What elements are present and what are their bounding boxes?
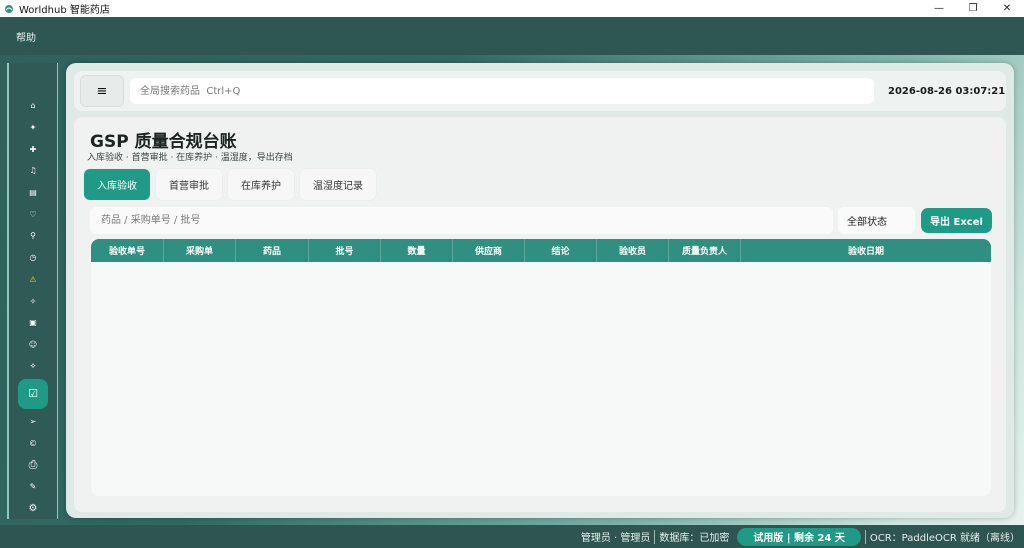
close-button[interactable]: ✕: [990, 0, 1024, 17]
printer-icon: ⎙: [28, 457, 38, 471]
warning-icon: ⚠: [29, 274, 37, 284]
sidebar-item-edit[interactable]: ✎: [18, 476, 48, 498]
top-bar: ≡ 2026-08-26 03:07:21: [74, 71, 1006, 111]
clock-icon: ◷: [29, 253, 37, 263]
column-header-supplier[interactable]: 供应商: [453, 239, 525, 262]
status-filter-select[interactable]: 全部状态: [838, 207, 915, 234]
search-icon: ⚲: [30, 231, 36, 241]
sidebar-item-documents[interactable]: ▤: [18, 182, 48, 204]
sidebar-item-send[interactable]: ➢: [18, 411, 48, 433]
bell-icon: ♫: [29, 166, 37, 176]
grid-icon: ▣: [29, 318, 37, 328]
sidebar-item-add[interactable]: ✚: [18, 138, 48, 160]
sidebar-item-medicine[interactable]: ✧: [18, 290, 48, 312]
minimize-button[interactable]: —: [922, 0, 956, 17]
sidebar-item-settings[interactable]: ⚙: [18, 497, 48, 519]
hamburger-icon: ≡: [96, 83, 108, 99]
sidebar-item-favorites[interactable]: ♡: [18, 203, 48, 225]
sidebar-item-user[interactable]: ☺: [18, 334, 48, 356]
sidebar-item-grid[interactable]: ▣: [18, 312, 48, 334]
edit-icon: ✎: [29, 481, 37, 491]
heart-icon: ♡: [29, 209, 37, 219]
compliance-check-icon: ☑: [28, 387, 38, 401]
column-header-quantity[interactable]: 数量: [381, 239, 453, 262]
column-header-quality-manager[interactable]: 质量负责人: [669, 239, 741, 262]
sidebar-item-history[interactable]: ◷: [18, 247, 48, 269]
medicine-icon: ✧: [29, 296, 37, 306]
sidebar-item-copyright[interactable]: ©: [18, 432, 48, 454]
datetime-display: 2026-08-26 03:07:21: [888, 85, 1006, 97]
tab-inbound-acceptance[interactable]: 入库验收: [84, 169, 150, 200]
window-title-bar: Worldhub 智能药店 — ❐ ✕: [0, 0, 1024, 17]
table-header: 验收单号 采购单 药品 批号 数量 供应商 结论 验收员 质量负责人 验收日期: [91, 239, 991, 262]
column-header-conclusion[interactable]: 结论: [525, 239, 597, 262]
maximize-button[interactable]: ❐: [956, 0, 990, 17]
status-ocr: OCR：PaddleOCR 就绪（离线）: [869, 533, 1020, 544]
menu-bar: 帮助: [0, 17, 1024, 55]
sidebar-item-print[interactable]: ⎙: [18, 454, 48, 476]
app-logo-icon: [3, 3, 15, 15]
sidebar-item-notifications[interactable]: ♫: [18, 160, 48, 182]
tab-stock-maintenance[interactable]: 在库养护: [228, 169, 294, 200]
sidebar-item-home[interactable]: ⌂: [18, 95, 48, 117]
location-icon: ⟡: [30, 361, 36, 371]
tab-bar: 入库验收 首营审批 在库养护 温湿度记录: [84, 169, 376, 200]
global-search-input[interactable]: [130, 78, 874, 104]
sidebar: ⌂ ✦ ✚ ♫ ▤ ♡ ⚲ ◷ ⚠ ✧ ▣ ☺ ⟡ ☑ ➢ © ⎙ ✎ ⚙: [7, 63, 58, 519]
plus-icon: ✚: [29, 144, 37, 154]
filter-row: 全部状态 导出 Excel: [90, 207, 992, 234]
column-header-acceptance-date[interactable]: 验收日期: [741, 239, 991, 262]
sparkle-icon: ✦: [29, 123, 37, 133]
sidebar-item-sparkle[interactable]: ✦: [18, 117, 48, 139]
sidebar-item-alerts[interactable]: ⚠: [18, 269, 48, 291]
status-user: 管理员 · 管理员: [580, 533, 651, 544]
column-header-purchase-order[interactable]: 采购单: [164, 239, 236, 262]
settings-icon: ⚙: [28, 502, 38, 514]
sidebar-item-compliance[interactable]: ☑: [18, 378, 48, 409]
user-icon: ☺: [28, 339, 38, 349]
main-panel: ≡ 2026-08-26 03:07:21 GSP 质量合规台账 入库验收 · …: [66, 63, 1014, 518]
send-icon: ➢: [29, 416, 37, 426]
page-subtitle: 入库验收 · 首营审批 · 在库养护 · 温湿度，导出存档: [87, 153, 293, 163]
trial-badge[interactable]: 试用版 | 剩余 24 天: [737, 527, 861, 546]
records-table: 验收单号 采购单 药品 批号 数量 供应商 结论 验收员 质量负责人 验收日期: [91, 239, 991, 496]
menu-toggle-button[interactable]: ≡: [80, 75, 124, 107]
column-header-drug[interactable]: 药品: [236, 239, 309, 262]
document-icon: ▤: [29, 188, 37, 198]
sidebar-item-search[interactable]: ⚲: [18, 225, 48, 247]
status-bar: 管理员 · 管理员 数据库：已加密 试用版 | 剩余 24 天 OCR：Padd…: [0, 525, 1024, 548]
column-header-inspector[interactable]: 验收员: [597, 239, 669, 262]
status-database: 数据库：已加密: [659, 533, 730, 544]
copyright-icon: ©: [29, 438, 37, 448]
sidebar-item-location[interactable]: ⟡: [18, 355, 48, 377]
column-header-batch-no[interactable]: 批号: [309, 239, 381, 262]
column-header-receipt-no[interactable]: 验收单号: [91, 239, 164, 262]
page-title: GSP 质量合规台账: [90, 132, 237, 152]
window-title: Worldhub 智能药店: [19, 5, 110, 16]
export-excel-button[interactable]: 导出 Excel: [921, 208, 992, 233]
tab-first-approval[interactable]: 首营审批: [156, 169, 222, 200]
home-icon: ⌂: [30, 101, 36, 111]
menu-help[interactable]: 帮助: [16, 29, 36, 44]
tab-temperature-humidity[interactable]: 温湿度记录: [300, 169, 376, 200]
record-search-input[interactable]: [90, 207, 833, 234]
content-area: GSP 质量合规台账 入库验收 · 首营审批 · 在库养护 · 温湿度，导出存档…: [74, 117, 1006, 512]
